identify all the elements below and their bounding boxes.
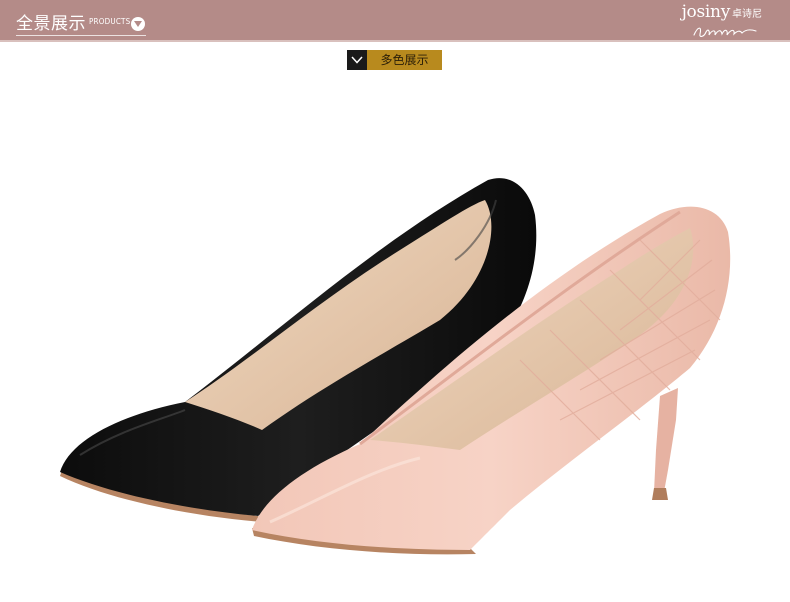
header-bar: 全景展示 PRODUCTS josiny 卓诗尼 <box>0 0 790 42</box>
expand-toggle-button[interactable] <box>131 17 145 31</box>
check-icon <box>351 56 363 64</box>
brand-signature-icon <box>693 27 757 37</box>
tag-marker <box>347 50 367 70</box>
brand-name-cn: 卓诗尼 <box>732 9 762 20</box>
chevron-down-icon <box>134 21 142 27</box>
product-image <box>60 178 731 555</box>
color-showcase-tag: 多色展示 <box>347 50 442 70</box>
section-title: 全景展示 <box>16 14 86 34</box>
title-underline <box>16 35 146 36</box>
section-subtitle: PRODUCTS <box>89 17 131 26</box>
tag-label: 多色展示 <box>367 50 442 70</box>
brand-name: josiny <box>681 2 731 22</box>
brand-logo[interactable]: josiny 卓诗尼 <box>681 2 762 37</box>
